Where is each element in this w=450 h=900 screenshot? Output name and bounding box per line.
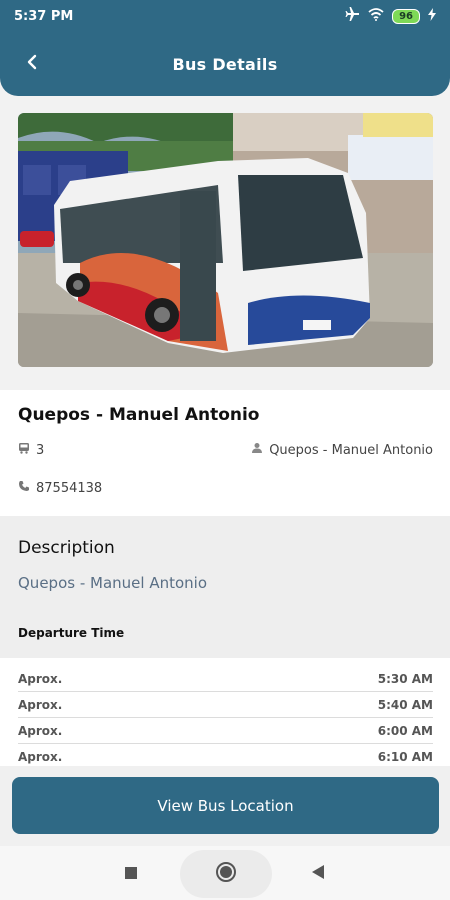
schedule-time: 6:00 AM: [377, 723, 433, 738]
schedule-row: Aprox. 6:10 AM: [18, 744, 433, 766]
circle-icon: [215, 861, 237, 887]
driver-name: Quepos - Manuel Antonio: [269, 442, 433, 458]
bus-info-card: Quepos - Manuel Antonio 3 Quepos - Manue…: [0, 390, 450, 516]
phone-number: 87554138: [36, 480, 103, 496]
page-title: Bus Details: [172, 54, 278, 74]
airplane-icon: [344, 7, 360, 25]
triangle-left-icon: [311, 864, 325, 884]
schedule-label: Aprox.: [18, 671, 63, 686]
route-title: Quepos - Manuel Antonio: [18, 405, 260, 425]
schedule-row: Aprox. 6:00 AM: [18, 718, 433, 744]
phone-info[interactable]: 87554138: [18, 480, 102, 496]
seats-count: 3: [36, 442, 45, 458]
schedule-label: Aprox.: [18, 749, 63, 764]
app-header: Bus Details: [0, 32, 450, 96]
bus-photo: [18, 113, 433, 367]
home-button[interactable]: [213, 861, 239, 887]
driver-info: Quepos - Manuel Antonio: [251, 442, 433, 458]
charging-icon: [428, 7, 436, 25]
schedule-time: 5:40 AM: [377, 697, 433, 712]
view-bus-location-button[interactable]: View Bus Location: [12, 777, 439, 834]
status-bar: 5:37 PM 96: [0, 0, 450, 32]
schedule-label: Aprox.: [18, 723, 63, 738]
back-button[interactable]: [18, 50, 46, 78]
square-icon: [124, 865, 138, 884]
battery-indicator: 96: [392, 8, 420, 24]
schedule-row: Aprox. 5:40 AM: [18, 692, 433, 718]
schedule-time: 5:30 AM: [377, 671, 433, 686]
departure-schedule: Aprox. 5:30 AM Aprox. 5:40 AM Aprox. 6:0…: [0, 658, 450, 766]
wifi-icon: [368, 7, 384, 25]
status-time: 5:37 PM: [14, 8, 74, 24]
schedule-label: Aprox.: [18, 697, 63, 712]
chevron-left-icon: [25, 54, 39, 74]
recent-apps-button[interactable]: [120, 863, 142, 885]
back-nav-button[interactable]: [307, 863, 329, 885]
departure-time-heading: Departure Time: [18, 626, 125, 640]
schedule-time: 6:10 AM: [377, 749, 433, 764]
system-nav-bar: [0, 846, 450, 900]
bus-seat-icon: [18, 442, 30, 458]
description-text: Quepos - Manuel Antonio: [18, 574, 207, 592]
schedule-row: Aprox. 5:30 AM: [18, 666, 433, 692]
person-icon: [251, 442, 263, 458]
seats-info: 3: [18, 442, 44, 458]
description-section: Description Quepos - Manuel Antonio Depa…: [0, 516, 450, 658]
description-heading: Description: [18, 538, 115, 558]
phone-icon: [18, 480, 30, 496]
